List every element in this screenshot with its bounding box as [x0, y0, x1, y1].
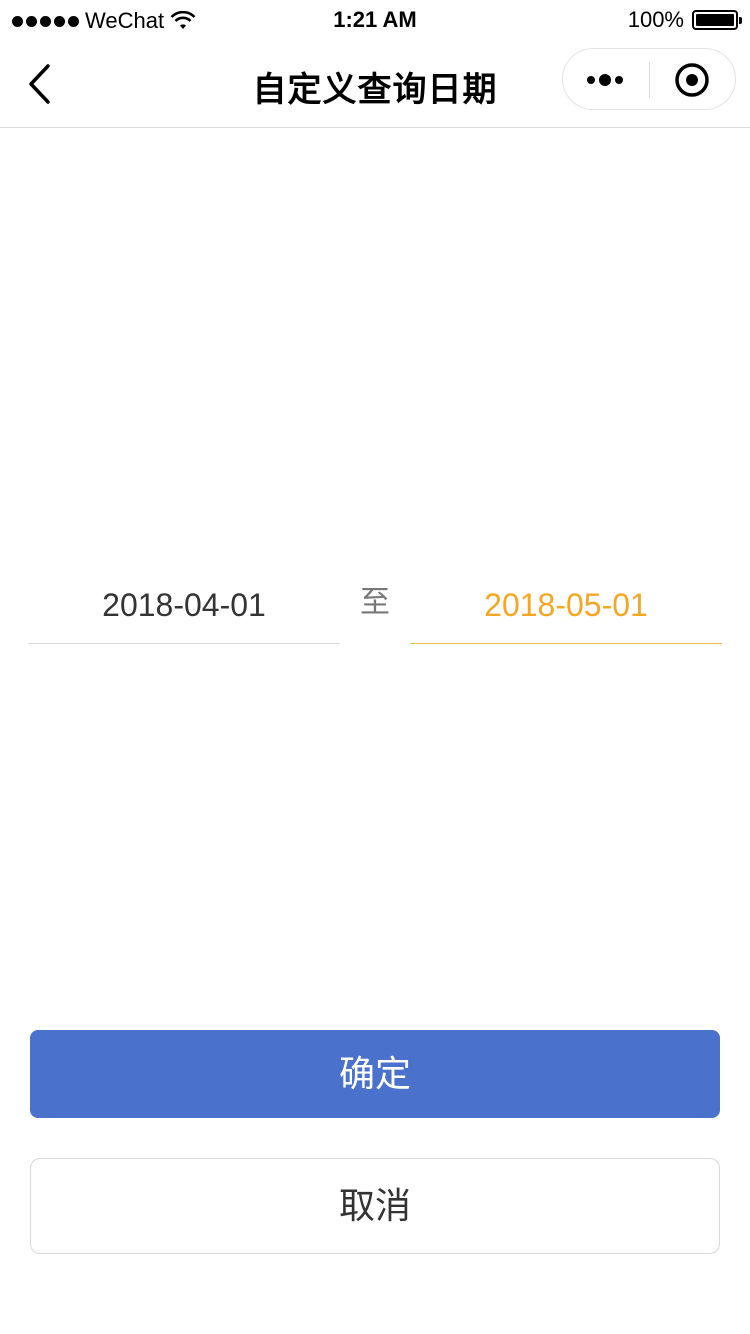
end-date-field[interactable]: 2018-05-01	[410, 570, 722, 644]
navigation-bar: 自定义查询日期	[0, 40, 750, 128]
capsule-divider	[649, 62, 650, 98]
mini-program-capsule	[562, 48, 736, 110]
start-date-field[interactable]: 2018-04-01	[28, 570, 340, 644]
cancel-button[interactable]: 取消	[30, 1158, 720, 1254]
battery-icon	[692, 10, 742, 30]
battery-fill	[696, 14, 734, 26]
more-dots-icon[interactable]	[587, 69, 627, 91]
status-right: 100%	[627, 7, 742, 33]
target-circle-icon[interactable]	[674, 62, 710, 98]
date-separator: 至	[360, 586, 390, 619]
date-range-picker: 2018-04-01 至 2018-05-01	[28, 570, 722, 645]
confirm-button[interactable]: 确定	[30, 1030, 720, 1118]
battery-percentage: 100%	[627, 7, 684, 32]
status-bar: WeChat 1:21 AM 100%	[0, 0, 750, 40]
